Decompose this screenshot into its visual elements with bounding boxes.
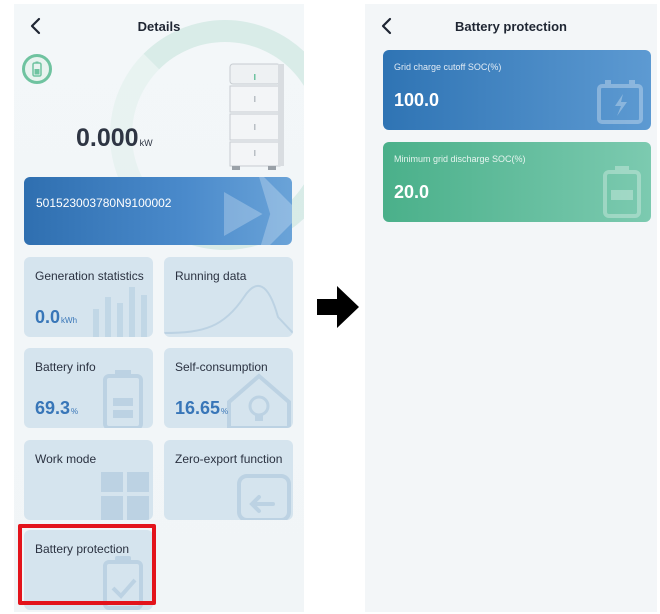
battery-icon [103, 370, 143, 428]
tile-work-mode[interactable]: Work mode [24, 440, 153, 520]
battery-status-icon [22, 54, 52, 84]
tile-zero-export-function[interactable]: Zero-export function [164, 440, 293, 520]
card-value: 20.0 [394, 182, 430, 202]
tile-value: 69.3% [35, 398, 79, 418]
arrow-right-icon [317, 286, 359, 328]
battery-device-image [229, 63, 284, 170]
return-icon [237, 474, 291, 520]
power-readout: 0.000kW [76, 124, 153, 153]
power-value: 0.000 [76, 124, 139, 152]
tile-label: Zero-export function [175, 452, 283, 466]
power-unit: kW [139, 138, 153, 148]
grid-charge-cutoff-card[interactable]: Grid charge cutoff SOC(%) 100.0 [383, 50, 651, 130]
tile-battery-protection[interactable]: Battery protection [24, 530, 153, 610]
grid-icon [101, 472, 149, 520]
top-bar: Battery protection [365, 4, 657, 48]
bar-chart-icon [93, 287, 147, 337]
house-bulb-icon [227, 373, 291, 428]
page-title: Details [137, 19, 181, 34]
tile-running-data[interactable]: Running data [164, 257, 293, 337]
battery-level-icon [603, 166, 641, 218]
serial-card[interactable]: 501523003780N9100002 [24, 177, 292, 245]
tile-battery-info[interactable]: Battery info 69.3% [24, 348, 153, 428]
details-screen: Details 0.000kW 501523003780N9100002 Gen [14, 4, 304, 612]
tile-generation-statistics[interactable]: Generation statistics 0.0kWh [24, 257, 153, 337]
tile-self-consumption[interactable]: Self-consumption 16.65% [164, 348, 293, 428]
battery-charging-icon [597, 80, 643, 124]
card-label: Minimum grid discharge SOC(%) [394, 154, 526, 164]
battery-protection-screen: Battery protection Grid charge cutoff SO… [365, 4, 657, 612]
top-bar: Details [14, 4, 304, 48]
curve-chart-icon [164, 285, 293, 334]
tile-value: 0.0kWh [35, 307, 78, 327]
clipboard-check-icon [103, 556, 143, 610]
minimum-grid-discharge-card[interactable]: Minimum grid discharge SOC(%) 20.0 [383, 142, 651, 222]
tile-label: Work mode [35, 452, 97, 466]
logo-watermark-icon [224, 177, 292, 245]
serial-number: 501523003780N9100002 [36, 196, 172, 210]
card-label: Grid charge cutoff SOC(%) [394, 62, 502, 72]
card-value: 100.0 [394, 90, 440, 110]
page-title: Battery protection [455, 19, 567, 34]
tile-value: 16.65% [175, 398, 229, 418]
